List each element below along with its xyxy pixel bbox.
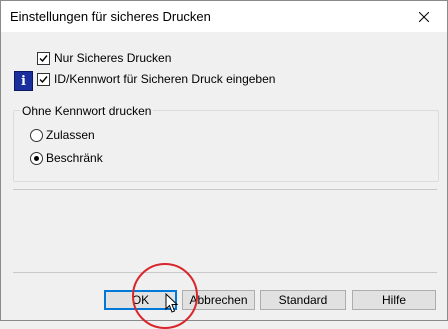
restrict-option[interactable]: Beschränk [30,151,103,165]
help-button[interactable]: Hilfe [352,290,436,310]
secure-only-checkbox[interactable] [37,51,50,65]
secure-only-option[interactable]: Nur Sicheres Drucken [37,50,171,66]
checkmark-icon [39,54,48,62]
allow-radio[interactable] [30,128,43,142]
separator [13,189,437,190]
title-bar: Einstellungen für sicheres Drucken [1,1,447,32]
restrict-label: Beschränk [46,151,103,165]
enter-id-option[interactable]: ID/Kennwort für Sicheren Druck eingeben [37,71,275,87]
enter-id-label: ID/Kennwort für Sicheren Druck eingeben [54,72,276,86]
mouse-pointer-icon [165,293,179,313]
allow-label: Zulassen [46,128,95,142]
standard-button[interactable]: Standard [260,290,346,310]
info-icon: i [14,71,33,91]
cancel-label: Abbrechen [189,293,248,307]
secure-only-label: Nur Sicheres Drucken [54,51,172,65]
help-label: Hilfe [381,293,406,307]
enter-id-checkbox[interactable] [37,72,50,86]
dialog-title: Einstellungen für sicheres Drucken [10,9,211,24]
separator [13,272,437,273]
close-icon [419,11,429,22]
standard-label: Standard [278,293,328,307]
restrict-radio[interactable] [30,151,43,165]
secure-print-dialog: Einstellungen für sicheres Drucken Nur S… [0,0,448,321]
print-without-password-group [13,110,439,182]
group-legend: Ohne Kennwort drucken [20,104,154,118]
checkmark-icon [39,75,48,83]
close-button[interactable] [401,1,447,32]
allow-option[interactable]: Zulassen [30,128,95,142]
